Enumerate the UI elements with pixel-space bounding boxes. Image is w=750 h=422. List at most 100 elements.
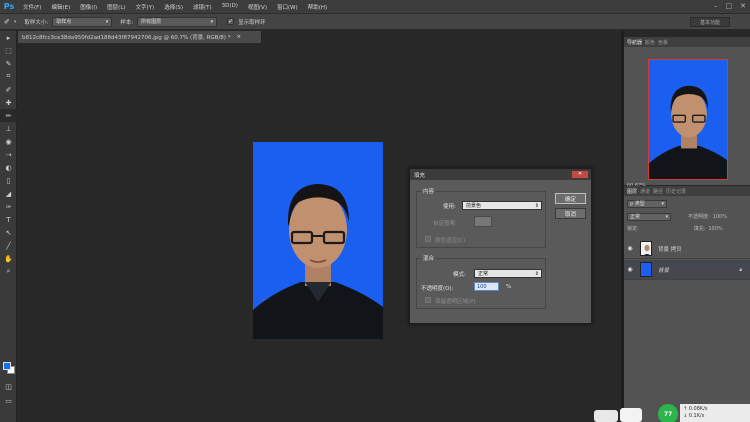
- ok-button[interactable]: 确定: [555, 193, 586, 204]
- layer-filter-value: ρ 类型: [630, 201, 645, 207]
- opacity-unit: %: [506, 284, 512, 290]
- panel-tab[interactable]: 通道: [640, 188, 650, 195]
- eye-icon[interactable]: ◉: [624, 266, 636, 273]
- tray-badge[interactable]: 77: [658, 404, 678, 422]
- show-ring-checkbox[interactable]: ✓: [227, 18, 235, 25]
- svg-text:·✦·: ·✦·: [259, 297, 268, 304]
- menu-item[interactable]: 3D(D): [217, 3, 243, 11]
- screen-mode-icon[interactable]: ▭: [0, 394, 17, 407]
- opacity-input[interactable]: 100: [474, 282, 499, 291]
- tool-icon[interactable]: ▯: [0, 174, 17, 187]
- fill-dialog-titlebar[interactable]: 填充 ✕: [410, 169, 591, 180]
- lock-label: 锁定:: [627, 226, 639, 232]
- tool-icon[interactable]: ✑: [0, 200, 17, 213]
- tool-icon[interactable]: ✏: [0, 109, 17, 122]
- menu-item[interactable]: 图层(L): [102, 3, 130, 11]
- tool-icon[interactable]: ✎: [0, 57, 17, 70]
- tool-icon[interactable]: ⌗: [0, 70, 17, 83]
- layer-fill-value[interactable]: 100%: [708, 226, 722, 232]
- layer-row[interactable]: ◉ 背景 拷贝: [624, 239, 750, 259]
- fill-dialog-title: 填充: [414, 172, 426, 179]
- preserve-transparency-label: 保留透明区域(P): [435, 299, 476, 305]
- chevron-down-icon: ▾: [105, 18, 109, 25]
- tray-app-icon[interactable]: [594, 410, 618, 422]
- use-select[interactable]: 前景色 ⇕: [462, 201, 542, 210]
- navigator-panel: 导航器颜色色板 60.67%: [624, 37, 750, 189]
- pattern-picker[interactable]: [474, 216, 492, 227]
- layer-opacity-value[interactable]: 100%: [713, 214, 727, 220]
- blend-opacity-row: 正常 ▾ 不透明度: 100%: [627, 212, 727, 221]
- layer-name: 背景 拷贝: [658, 246, 682, 253]
- sample-size-value: 取样点: [56, 19, 72, 25]
- tool-icon[interactable]: ✐: [0, 83, 17, 96]
- panel-tab[interactable]: 颜色: [645, 39, 655, 46]
- document-title: b812c8fcc3ce38da950fd2ad188d43f87942706.…: [22, 35, 231, 41]
- sample-size-select[interactable]: 取样点 ▾: [52, 16, 113, 27]
- tools-panel: ▸ ⬚ ✎ ⌗ ✐ ✚ ✏ ⊥ ◉ ⇢ ◐ ▯ ◢ ✑ T ↖ ╱ ✋ ⌕ ◫ ▭: [0, 31, 17, 422]
- opacity-label: 不透明度(O):: [421, 286, 454, 292]
- workspace-switcher[interactable]: 基本功能: [690, 17, 730, 27]
- menu-item[interactable]: 帮助(H): [303, 3, 332, 11]
- tool-icon[interactable]: ⌕: [0, 265, 17, 278]
- menu-item[interactable]: 视图(V): [243, 3, 272, 11]
- tray-app-icon-2[interactable]: [620, 408, 642, 422]
- menu-item[interactable]: 图像(I): [75, 3, 102, 11]
- preserve-transparency-checkbox[interactable]: [425, 297, 431, 303]
- tool-preset-chevron-icon[interactable]: ▾: [14, 19, 17, 25]
- download-speed: ↓ 0.1K/s: [683, 413, 705, 419]
- maximize-button[interactable]: □: [726, 2, 733, 10]
- tool-icon[interactable]: T: [0, 213, 17, 226]
- chevron-down-icon: ▾: [661, 200, 664, 207]
- tool-icon[interactable]: ◐: [0, 161, 17, 174]
- portrait-mini-icon: [641, 242, 651, 255]
- tool-icon[interactable]: ✚: [0, 96, 17, 109]
- portrait-illustration: ·✦·: [253, 142, 383, 339]
- panel-tab[interactable]: 历史记录: [666, 188, 686, 195]
- panel-tab[interactable]: 导航器: [627, 39, 642, 46]
- panel-tab[interactable]: 路径: [653, 188, 663, 195]
- eye-icon[interactable]: ◉: [624, 245, 636, 252]
- cancel-button[interactable]: 取消: [555, 208, 586, 219]
- layer-row-selected[interactable]: ◉ 背景 🔒︎: [624, 260, 750, 280]
- tool-icon[interactable]: ╱: [0, 239, 17, 252]
- foreground-color-swatch[interactable]: [3, 362, 11, 370]
- dialog-close-button[interactable]: ✕: [572, 171, 588, 178]
- menu-item[interactable]: 选择(S): [159, 3, 188, 11]
- blending-group: 混合 模式: 正常 ⇕ 不透明度(O): 100 % 保留透明区域(P): [416, 254, 546, 309]
- layer-filter-select[interactable]: ρ 类型 ▾: [627, 199, 667, 208]
- panel-tab[interactable]: 图层: [627, 188, 637, 195]
- navigator-preview[interactable]: [648, 59, 728, 180]
- layers-panel: 图层 通道 路径 历史记录 ρ 类型 ▾ 正常 ▾ 不透明度: 100% 锁定: 填充…: [624, 186, 750, 422]
- navigator-tabs: 导航器 颜色 色板: [624, 37, 750, 47]
- document-photo[interactable]: ·✦·: [253, 142, 383, 339]
- mode-label: 模式:: [453, 272, 466, 278]
- menu-item[interactable]: 滤镜(T): [188, 3, 217, 11]
- tool-icon[interactable]: ↖: [0, 226, 17, 239]
- color-adapt-checkbox[interactable]: [425, 236, 431, 242]
- close-document-icon[interactable]: ×: [236, 34, 241, 40]
- tool-icon[interactable]: ⇢: [0, 148, 17, 161]
- tool-icon[interactable]: ◉: [0, 135, 17, 148]
- document-tab[interactable]: b812c8fcc3ce38da950fd2ad188d43f87942706.…: [18, 31, 262, 43]
- panel-tab[interactable]: 色板: [658, 39, 668, 46]
- chevron-down-icon: ▾: [665, 213, 668, 220]
- sample-select[interactable]: 所有图层 ▾: [137, 16, 218, 27]
- blend-mode-select[interactable]: 正常 ▾: [627, 212, 671, 221]
- use-label: 使用:: [443, 204, 456, 210]
- tool-icon[interactable]: ▸: [0, 31, 17, 44]
- upload-speed: ↑ 0.08K/s: [683, 406, 708, 412]
- mode-select[interactable]: 正常 ⇕: [474, 269, 542, 278]
- quick-mask-icon[interactable]: ◫: [0, 380, 17, 393]
- tool-icon[interactable]: ⬚: [0, 44, 17, 57]
- options-bar: ✐ ▾ 取样大小: 取样点 ▾ 样本: 所有图层 ▾ ✓ 显示取样环 基本功能: [0, 13, 750, 30]
- tool-icon[interactable]: ⊥: [0, 122, 17, 135]
- menu-item[interactable]: 文件(F): [18, 3, 46, 11]
- tool-icon[interactable]: ◢: [0, 187, 17, 200]
- tool-icon[interactable]: ✋: [0, 252, 17, 265]
- close-window-button[interactable]: ✕: [740, 2, 746, 10]
- menu-item[interactable]: 编辑(E): [46, 3, 75, 11]
- menu-item[interactable]: 窗口(W): [272, 3, 303, 11]
- menu-item[interactable]: 文字(Y): [131, 3, 160, 11]
- eyedropper-tool-icon[interactable]: ✐: [4, 18, 10, 26]
- minimize-button[interactable]: –: [714, 2, 718, 10]
